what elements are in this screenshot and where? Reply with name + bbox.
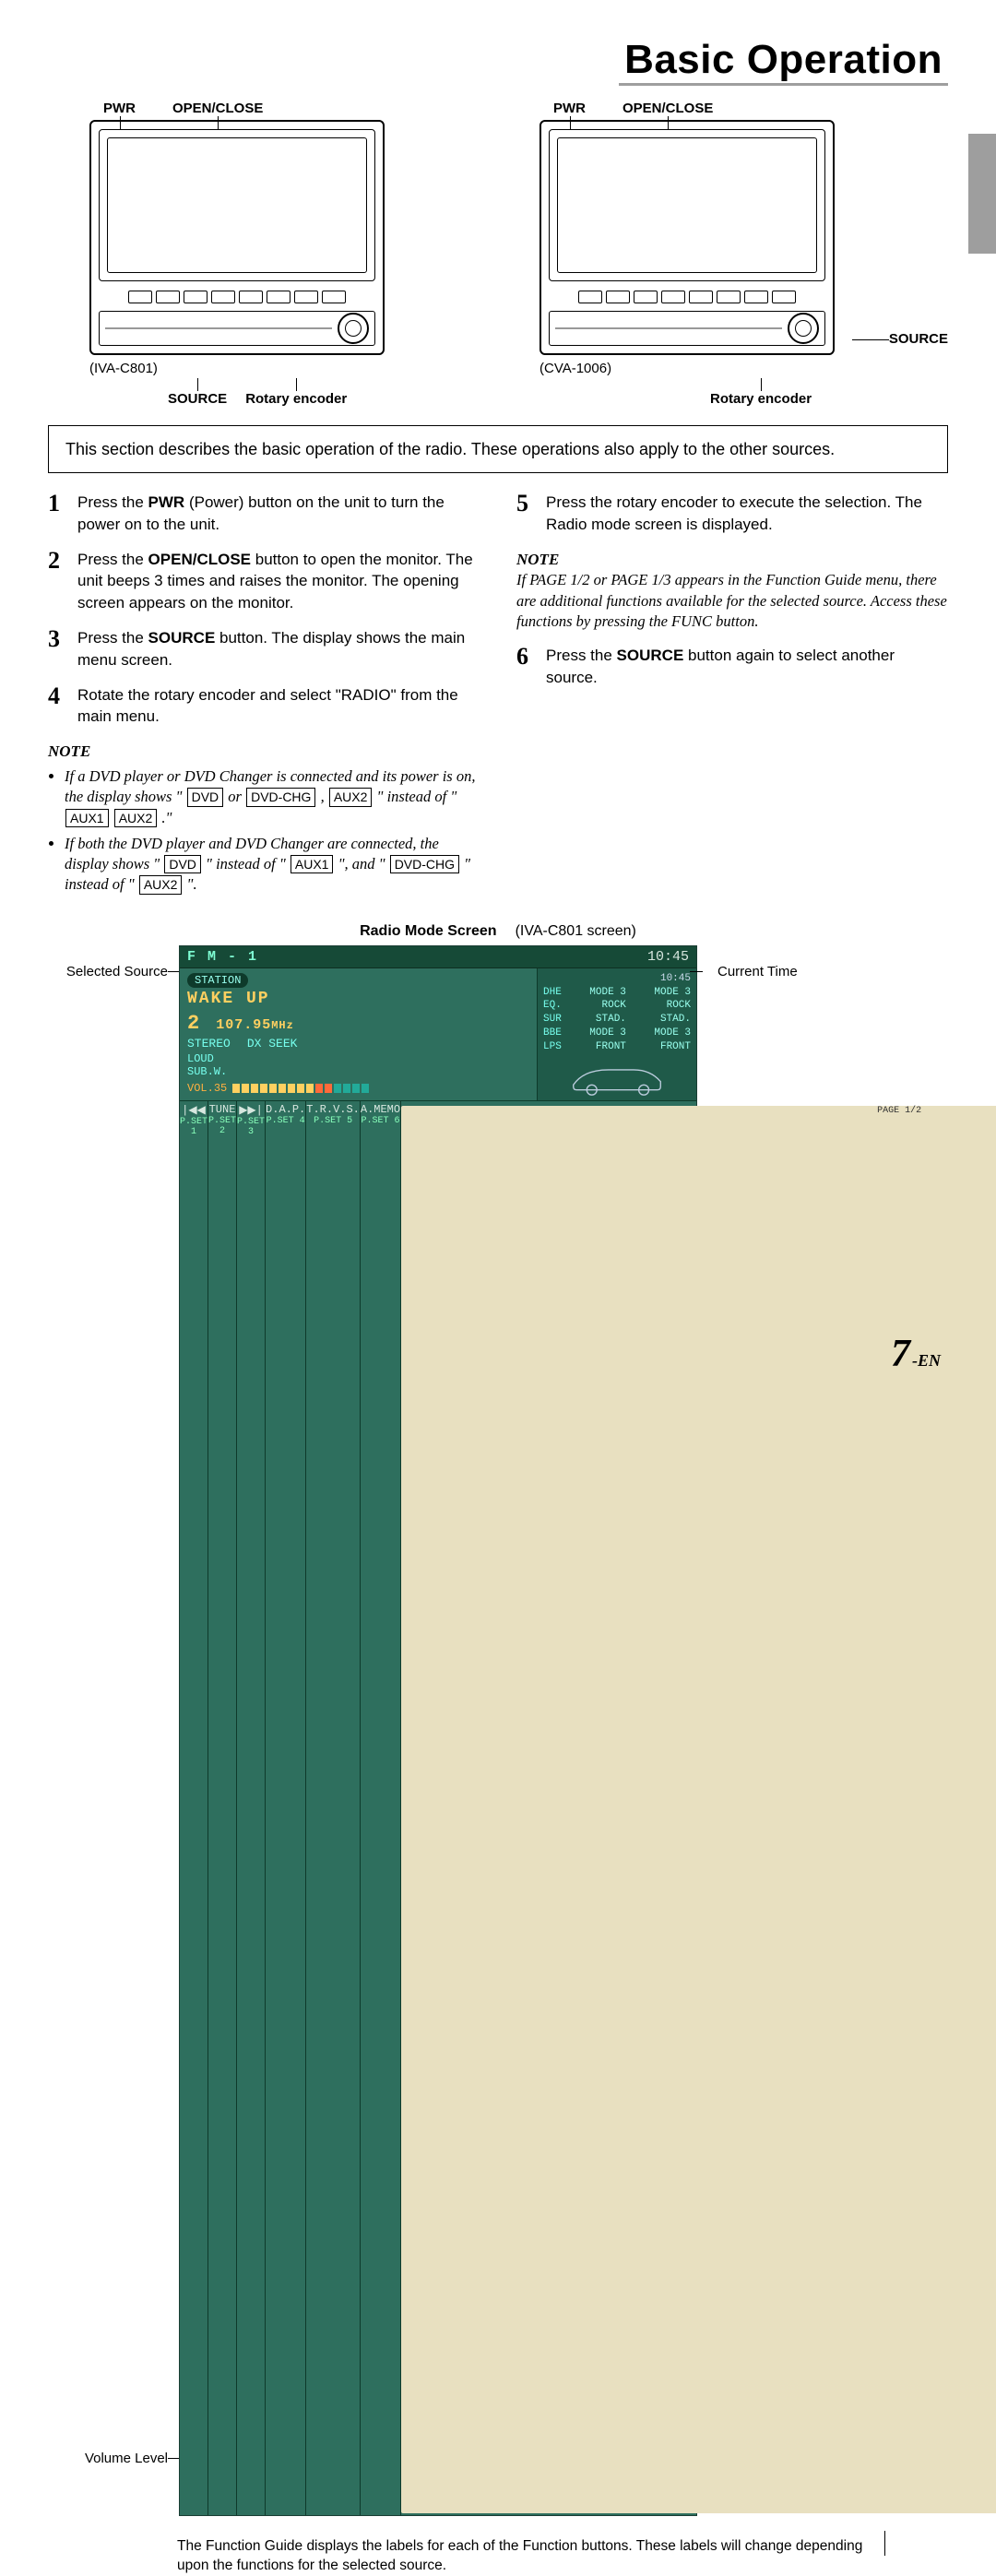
step-number: 1 <box>48 492 68 536</box>
sound-setting-row: DHEMODE 3MODE 3 <box>543 986 691 1000</box>
device-screen <box>549 129 825 281</box>
diagram-iva-c801: PWR OPEN/CLOSE (IVA-C801) SOURCE Rotary … <box>66 101 480 407</box>
function-guide-cell: A.MEMOP.SET 6 <box>361 1101 401 2515</box>
clock: 10:45 <box>647 949 689 965</box>
diagram-cva-1006: PWR OPEN/CLOSE SOURCE (CVA-1006) Rotary … <box>516 101 930 407</box>
sound-setting-row: SURSTAD.STAD. <box>543 1013 691 1027</box>
function-guide-cell: TUNEP.SET 2 <box>208 1101 237 2515</box>
selected-source: F M - 1 <box>187 949 258 965</box>
flag-dxseek: DX SEEK <box>247 1037 298 1051</box>
label-source: SOURCE <box>889 331 948 347</box>
intro-box: This section describes the basic operati… <box>48 425 948 473</box>
model-label: (IVA-C801) <box>89 361 480 376</box>
radio-right-callouts: Current Time <box>703 945 823 2516</box>
device-body <box>89 120 385 355</box>
step-text: Press the rotary encoder to execute the … <box>546 492 948 536</box>
radio-mode-screen: F M - 1 10:45 STATION WAKE UP 2 107.95MH… <box>179 945 697 2516</box>
step-text: Rotate the rotary encoder and select "RA… <box>77 684 480 729</box>
function-guide-cell: T.R.V.S.P.SET 5 <box>306 1101 361 2515</box>
label-open-close: OPEN/CLOSE <box>172 101 263 116</box>
volume-row: VOL.35 <box>187 1082 529 1095</box>
step-text: Press the SOURCE button. The display sho… <box>77 627 480 671</box>
sound-setting-row: EQ.ROCKROCK <box>543 999 691 1013</box>
radio-screen-title: Radio Mode Screen <box>360 923 496 940</box>
sound-setting-row: BBEMODE 3MODE 3 <box>543 1027 691 1040</box>
label-rotary-encoder: Rotary encoder <box>710 391 812 407</box>
step-number: 5 <box>516 492 537 536</box>
device-screen <box>99 129 375 281</box>
model-label: (CVA-1006) <box>540 361 930 376</box>
function-guide-row: |◀◀P.SET 1TUNEP.SET 2▶▶|P.SET 3D.A.P.P.S… <box>180 1100 696 2515</box>
label-rotary-encoder: Rotary encoder <box>245 391 347 407</box>
callout-volume-level: Volume Level <box>48 2451 168 2466</box>
note-heading: NOTE <box>48 741 480 763</box>
radio-mode-section: Radio Mode Screen (IVA-C801 screen) Sele… <box>48 923 948 2576</box>
function-guide-cell: PAGE 1/2 <box>401 1101 996 2515</box>
step-text: Press the OPEN/CLOSE button to open the … <box>77 549 480 614</box>
left-column: 1 Press the PWR (Power) button on the un… <box>48 492 480 901</box>
radio-left-callouts: Selected Source Volume Level <box>48 945 173 2516</box>
volume-bar <box>232 1084 369 1093</box>
function-guide-cell: D.A.P.P.SET 4 <box>266 1101 306 2515</box>
sound-setting-row: LPSFRONTFRONT <box>543 1040 691 1054</box>
radio-screen-model: (IVA-C801 screen) <box>516 923 636 940</box>
device-front-panel <box>549 311 825 346</box>
function-guide-cell: |◀◀P.SET 1 <box>180 1101 208 2515</box>
rotary-encoder-icon <box>788 313 819 344</box>
preset-number: 2 <box>187 1012 199 1035</box>
step-number: 6 <box>516 645 537 689</box>
step-number: 3 <box>48 627 68 671</box>
note-bullet: If a DVD player or DVD Changer is connec… <box>65 766 480 828</box>
soft-button-row <box>99 291 375 303</box>
device-diagrams: PWR OPEN/CLOSE (IVA-C801) SOURCE Rotary … <box>66 101 930 407</box>
device-front-panel <box>99 311 375 346</box>
car-icon <box>566 1060 668 1097</box>
callout-current-time: Current Time <box>703 964 823 979</box>
flag-stereo: STEREO <box>187 1037 231 1051</box>
callout-selected-source: Selected Source <box>48 964 168 979</box>
note-heading: NOTE <box>516 549 948 571</box>
label-pwr: PWR <box>553 101 586 116</box>
page-title: Basic Operation <box>619 37 948 86</box>
flag-loud: LOUD <box>187 1052 214 1065</box>
right-column: 5 Press the rotary encoder to execute th… <box>516 492 948 901</box>
frequency: 107.95MHz <box>216 1017 294 1033</box>
note-body: If a DVD player or DVD Changer is connec… <box>48 766 480 896</box>
device-body <box>540 120 835 355</box>
function-guide-cell: ▶▶|P.SET 3 <box>237 1101 266 2515</box>
label-open-close: OPEN/CLOSE <box>622 101 713 116</box>
note-bullet: If both the DVD player and DVD Changer a… <box>65 834 480 896</box>
step-text: Press the PWR (Power) button on the unit… <box>77 492 480 536</box>
soft-button-row <box>549 291 825 303</box>
function-guide-note: The Function Guide displays the labels f… <box>177 2536 878 2576</box>
flag-subw: SUB.W. <box>187 1065 227 1078</box>
label-source: SOURCE <box>168 391 227 407</box>
page-number: 7-EN <box>891 1332 941 1376</box>
rotary-encoder-icon <box>338 313 369 344</box>
section-tab <box>968 134 996 254</box>
note-body: If PAGE 1/2 or PAGE 1/3 appears in the F… <box>516 570 948 632</box>
label-pwr: PWR <box>103 101 136 116</box>
step-number: 2 <box>48 549 68 614</box>
step-number: 4 <box>48 684 68 729</box>
step-text: Press the SOURCE button again to select … <box>546 645 948 689</box>
clock-panel: 10:45 <box>543 972 691 986</box>
station-name: WAKE UP <box>187 990 270 1008</box>
station-pill: STATION <box>187 973 248 988</box>
